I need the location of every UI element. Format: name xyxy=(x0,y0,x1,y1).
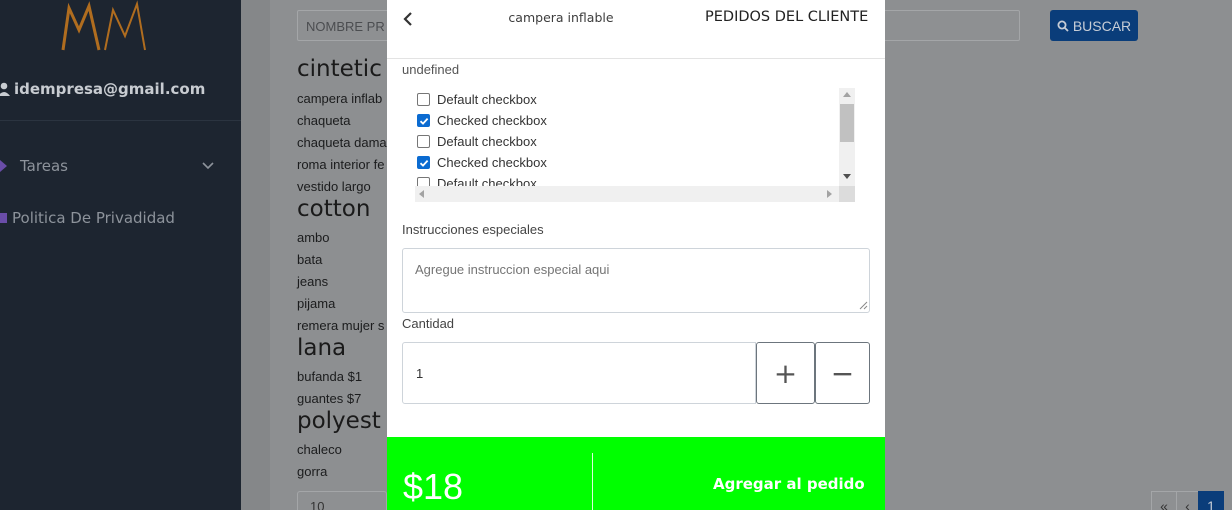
product-link[interactable]: guantes $7 xyxy=(297,391,361,406)
search-button-label: BUSCAR xyxy=(1072,17,1132,34)
checkbox[interactable] xyxy=(417,177,430,186)
option-checkbox[interactable]: Default checkbox xyxy=(417,89,537,110)
product-link[interactable]: bufanda $1 xyxy=(297,369,362,384)
total-price: $18 xyxy=(403,466,464,507)
search-placeholder: NOMBRE PR xyxy=(306,19,385,34)
options-scroll-box[interactable]: Default checkbox Checked checkbox Defaul… xyxy=(415,88,855,203)
add-to-order-bar[interactable]: $18 Agregar al pedido xyxy=(387,437,885,510)
add-to-order-button[interactable]: Agregar al pedido xyxy=(713,475,865,493)
quantity-increment-button[interactable]: + xyxy=(756,342,815,404)
option-checkbox[interactable]: Checked checkbox xyxy=(417,152,547,173)
category-title: cintetic xyxy=(297,56,382,82)
pager-first-button[interactable]: « xyxy=(1151,491,1177,510)
product-link[interactable]: roma interior fe xyxy=(297,157,384,172)
user-email-text: idempresa@gmail.com xyxy=(14,80,206,98)
sidebar-item-label: Tareas xyxy=(20,157,68,175)
sidebar: idempresa@gmail.com Tareas Politica De P… xyxy=(0,0,241,510)
options-list: Default checkbox Checked checkbox Defaul… xyxy=(415,88,839,186)
search-icon xyxy=(1057,20,1069,32)
chevron-down-icon xyxy=(202,162,214,170)
option-checkbox[interactable]: Default checkbox xyxy=(417,173,537,186)
user-icon xyxy=(0,82,10,96)
checkbox-checked[interactable] xyxy=(417,114,430,127)
option-checkbox[interactable]: Checked checkbox xyxy=(417,110,547,131)
scroll-right-arrow-icon[interactable] xyxy=(827,190,832,198)
quantity-label: Cantidad xyxy=(402,316,455,331)
checkbox[interactable] xyxy=(417,135,430,148)
document-icon xyxy=(0,213,7,223)
sidebar-item-label: Politica De Privadidad xyxy=(12,209,175,227)
pager-prev-button[interactable]: ‹ xyxy=(1176,491,1199,510)
check-icon xyxy=(419,117,428,125)
search-button[interactable]: BUSCAR xyxy=(1050,10,1138,41)
instructions-textarea[interactable] xyxy=(402,248,870,313)
scroll-thumb[interactable] xyxy=(840,104,854,142)
sidebar-item-tareas[interactable]: Tareas xyxy=(0,157,225,175)
product-name: campera inflable xyxy=(508,10,614,25)
product-link[interactable]: gorra xyxy=(297,464,327,479)
checkbox-checked[interactable] xyxy=(417,156,430,169)
page-size-select[interactable]: 10 xyxy=(297,491,387,510)
scroll-left-arrow-icon[interactable] xyxy=(419,190,424,198)
quantity-input[interactable]: 1 xyxy=(402,342,756,404)
option-checkbox[interactable]: Default checkbox xyxy=(417,131,537,152)
user-email: idempresa@gmail.com xyxy=(0,80,205,98)
checkbox-label: Checked checkbox xyxy=(437,113,547,128)
tasks-icon xyxy=(0,160,7,172)
check-icon xyxy=(419,159,428,167)
product-link[interactable]: ambo xyxy=(297,230,330,245)
sidebar-divider xyxy=(0,120,241,121)
logo xyxy=(61,0,146,51)
modal-header-divider xyxy=(387,58,885,59)
product-link[interactable]: campera inflab xyxy=(297,91,382,106)
checkbox-label: Default checkbox xyxy=(437,176,537,186)
options-label: undefined xyxy=(402,62,460,77)
pager-page-1[interactable]: 1 xyxy=(1198,491,1224,510)
quantity-decrement-button[interactable]: − xyxy=(815,342,870,404)
category-title: lana xyxy=(297,335,347,361)
checkbox-label: Default checkbox xyxy=(437,92,537,107)
resize-grip-icon[interactable] xyxy=(858,300,868,310)
vertical-scrollbar[interactable] xyxy=(839,88,855,186)
product-link[interactable]: vestido largo xyxy=(297,179,371,194)
product-link[interactable]: chaqueta dama xyxy=(297,135,387,150)
scroll-down-arrow-icon[interactable] xyxy=(843,174,851,179)
checkbox-label: Default checkbox xyxy=(437,134,537,149)
instructions-label: Instrucciones especiales xyxy=(402,222,544,237)
product-link[interactable]: chaqueta xyxy=(297,113,351,128)
footer-divider xyxy=(592,453,593,510)
scroll-corner xyxy=(839,186,855,202)
sidebar-item-politica[interactable]: Politica De Privadidad xyxy=(0,209,175,227)
product-link[interactable]: remera mujer s xyxy=(297,318,384,333)
quantity-value: 1 xyxy=(416,365,424,381)
product-link[interactable]: jeans xyxy=(297,274,328,289)
product-link[interactable]: chaleco xyxy=(297,442,342,457)
product-link[interactable]: pijama xyxy=(297,296,335,311)
category-title: cotton xyxy=(297,196,371,222)
product-link[interactable]: bata xyxy=(297,252,322,267)
horizontal-scrollbar[interactable] xyxy=(415,186,839,202)
modal-title: PEDIDOS DEL CLIENTE xyxy=(705,9,869,25)
order-modal: campera inflable PEDIDOS DEL CLIENTE und… xyxy=(387,0,885,510)
checkbox[interactable] xyxy=(417,93,430,106)
scroll-up-arrow-icon[interactable] xyxy=(843,92,851,97)
category-title: polyest xyxy=(297,408,381,434)
checkbox-label: Checked checkbox xyxy=(437,155,547,170)
